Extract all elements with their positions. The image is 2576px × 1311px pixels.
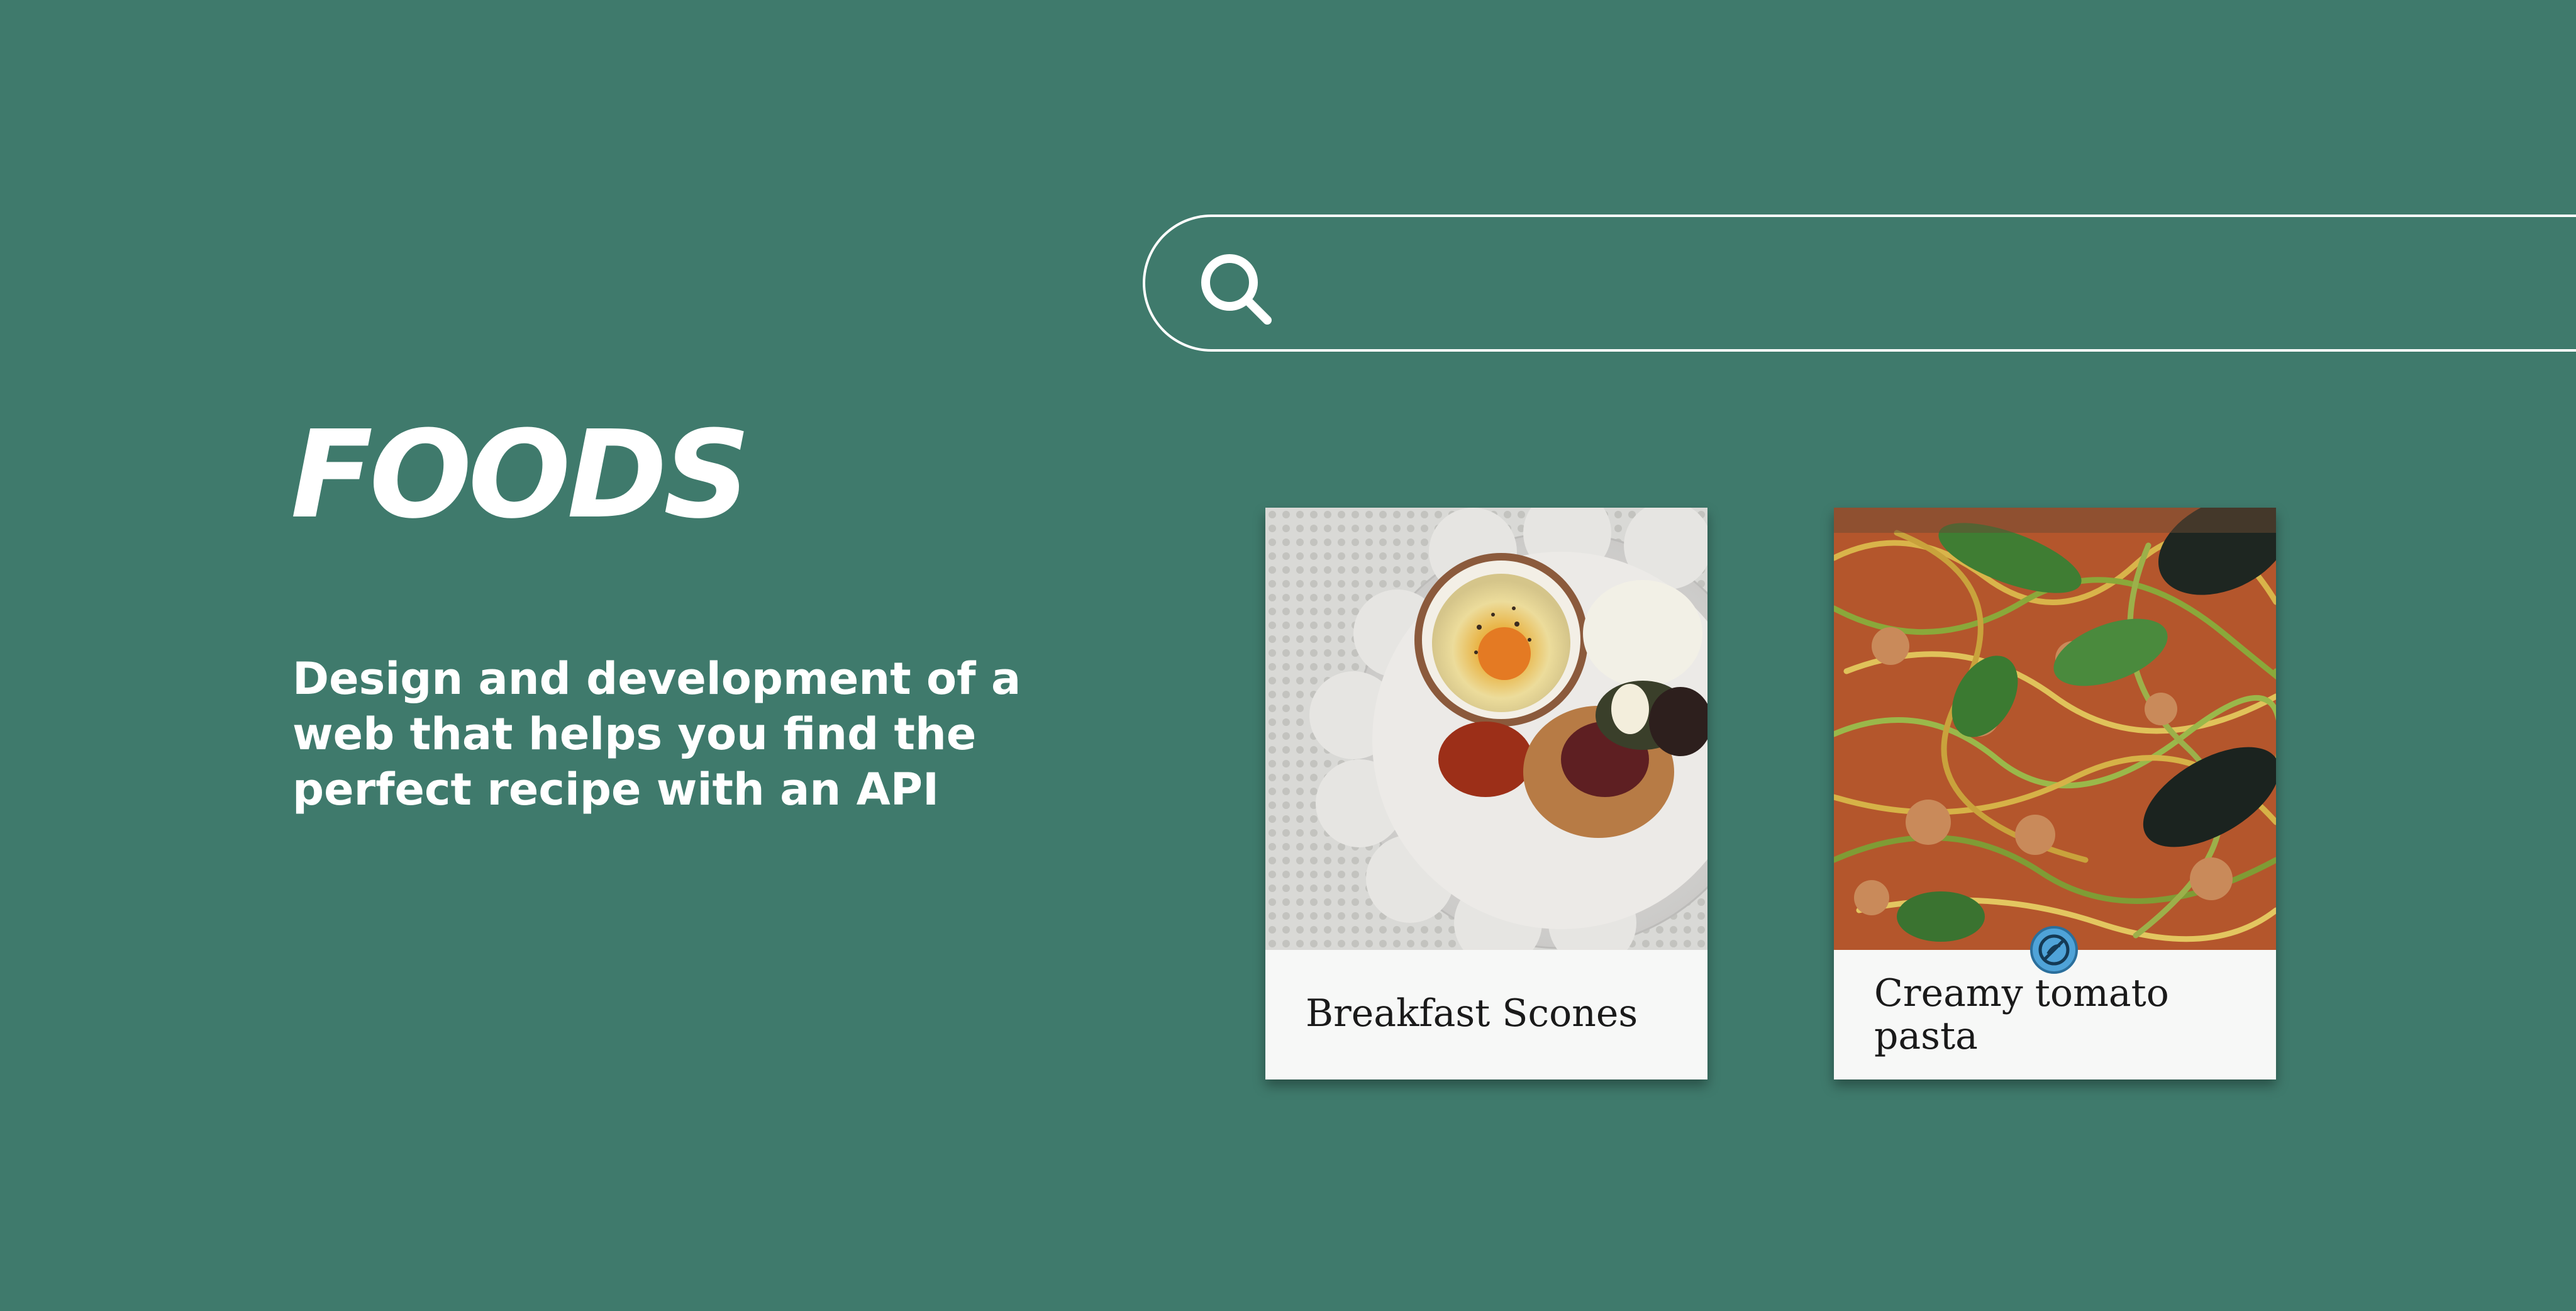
search-bar[interactable]: [1143, 215, 2576, 352]
breakfast-scones-photo[interactable]: [1265, 508, 1707, 950]
search-bar-container: [1143, 215, 2576, 352]
search-icon[interactable]: [1196, 248, 1276, 329]
recipe-card[interactable]: Creamy tomato pasta: [1834, 508, 2276, 1079]
recipe-card-title[interactable]: Creamy tomato pasta: [1874, 972, 2251, 1057]
page-title: FOODS: [291, 405, 750, 545]
page-description: Design and development of a web that hel…: [292, 653, 1021, 815]
search-input[interactable]: [1302, 242, 2500, 330]
recipe-card[interactable]: Breakfast Scones: [1265, 508, 1707, 1079]
no-gluten-icon: [2030, 926, 2078, 974]
creamy-tomato-pasta-photo[interactable]: [1834, 508, 2276, 950]
recipe-card-title[interactable]: Breakfast Scones: [1306, 992, 1638, 1035]
